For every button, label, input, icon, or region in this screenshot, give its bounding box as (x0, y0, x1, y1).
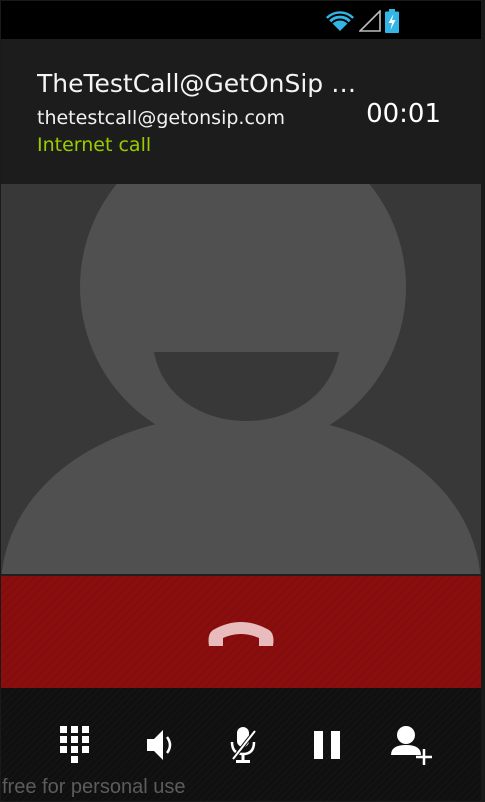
speaker-icon (147, 729, 172, 760)
end-call-icon (208, 622, 274, 646)
contact-photo (1, 184, 481, 574)
call-type-label: Internet call (37, 134, 152, 156)
call-info-header: TheTestCall@GetOnSip c… thetestcall@geto… (1, 39, 481, 184)
battery-charging-icon (385, 9, 399, 33)
in-call-screen: TheTestCall@GetOnSip c… thetestcall@geto… (1, 1, 481, 801)
mute-button[interactable] (201, 688, 285, 801)
caller-name: TheTestCall@GetOnSip c… (37, 69, 367, 98)
caller-address: thetestcall@getonsip.com (37, 107, 286, 129)
add-call-icon (391, 725, 432, 765)
hold-button[interactable] (285, 688, 369, 801)
signal-icon (359, 10, 381, 32)
default-avatar-icon (1, 184, 481, 574)
watermark-text: free for personal use (2, 776, 186, 798)
status-icons (325, 9, 399, 33)
hold-icon (314, 730, 340, 759)
end-call-bar (1, 576, 481, 688)
add-call-button[interactable] (369, 688, 453, 801)
wifi-icon (326, 11, 354, 32)
status-bar (1, 1, 481, 39)
end-call-button[interactable] (1, 576, 481, 688)
mute-microphone-icon (230, 726, 257, 763)
call-timer: 00:01 (366, 99, 441, 129)
dialpad-icon (60, 725, 89, 763)
